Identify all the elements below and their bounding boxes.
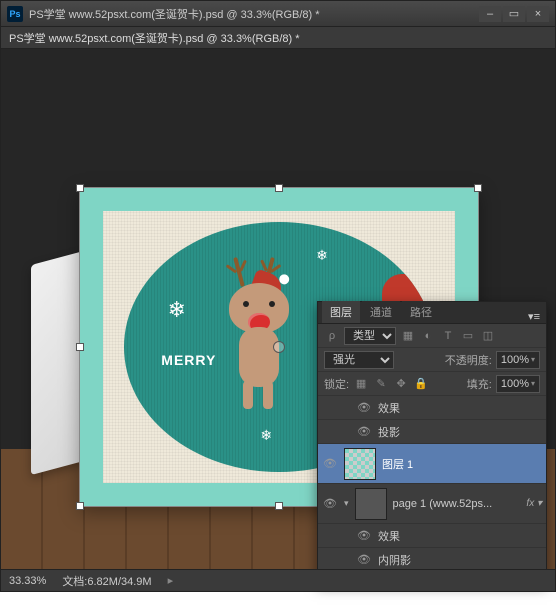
- opacity-input[interactable]: 100%▾: [496, 351, 540, 369]
- fill-label: 填充:: [467, 376, 492, 392]
- layers-panel: 图层 通道 路径 ▾≡ ρ 类型 ▦ ◐ T ▭ ◫ 强光 不透明度: 100%…: [317, 301, 547, 583]
- filter-kind-select[interactable]: 类型: [344, 327, 396, 345]
- fill-input[interactable]: 100%▾: [496, 375, 540, 393]
- opacity-label: 不透明度:: [445, 352, 492, 368]
- layer-drop-shadow-row[interactable]: 👁 投影: [318, 420, 546, 444]
- blend-row: 强光 不透明度: 100%▾: [318, 348, 546, 372]
- layer-row-page1[interactable]: 👁 ▾ page 1 (www.52ps... fx ▾: [318, 484, 546, 524]
- visibility-toggle-icon[interactable]: 👁: [322, 496, 338, 512]
- layer-thumbnail[interactable]: [355, 488, 387, 520]
- close-button[interactable]: ×: [527, 6, 549, 22]
- transform-handle[interactable]: [76, 184, 84, 192]
- transform-handle[interactable]: [76, 343, 84, 351]
- layer-effects-row[interactable]: 👁 效果: [318, 524, 546, 548]
- lock-all-icon[interactable]: 🔒: [413, 376, 429, 392]
- tab-paths[interactable]: 路径: [402, 301, 440, 323]
- titlebar: Ps PS学堂 www.52psxt.com(圣诞贺卡).psd @ 33.3%…: [1, 1, 555, 27]
- doc-size[interactable]: 文档:6.82M/34.9M: [62, 573, 151, 589]
- visibility-toggle-icon[interactable]: 👁: [322, 456, 338, 472]
- layer-row-layer1[interactable]: 👁 图层 1: [318, 444, 546, 484]
- filter-shape-icon[interactable]: ▭: [460, 328, 476, 344]
- app-icon: Ps: [7, 6, 23, 22]
- filter-smart-icon[interactable]: ◫: [480, 328, 496, 344]
- visibility-toggle-icon[interactable]: 👁: [356, 400, 372, 416]
- blend-mode-select[interactable]: 强光: [324, 351, 394, 369]
- filter-pixel-icon[interactable]: ▦: [400, 328, 416, 344]
- transform-center-icon[interactable]: [273, 341, 285, 353]
- transform-handle[interactable]: [275, 502, 283, 510]
- filter-row: ρ 类型 ▦ ◐ T ▭ ◫: [318, 324, 546, 348]
- photoshop-window: Ps PS学堂 www.52psxt.com(圣诞贺卡).psd @ 33.3%…: [0, 0, 556, 592]
- fx-badge-icon[interactable]: fx ▾: [526, 498, 542, 509]
- expand-arrow-icon[interactable]: ▾: [344, 498, 349, 509]
- document-tab[interactable]: PS学堂 www.52psxt.com(圣诞贺卡).psd @ 33.3%(RG…: [9, 30, 300, 46]
- layer-name: 图层 1: [382, 456, 542, 472]
- lock-row: 锁定: ▦ ✎ ✥ 🔒 填充: 100%▾: [318, 372, 546, 396]
- visibility-toggle-icon[interactable]: 👁: [356, 528, 372, 544]
- layer-name: 效果: [378, 400, 542, 416]
- zoom-level[interactable]: 33.33%: [9, 575, 46, 587]
- layer-name: 效果: [378, 528, 542, 544]
- layer-effects-row[interactable]: 👁 效果: [318, 396, 546, 420]
- layer-thumbnail[interactable]: [344, 448, 376, 480]
- visibility-toggle-icon[interactable]: 👁: [356, 552, 372, 568]
- statusbar: 33.33% 文档:6.82M/34.9M ▸: [1, 569, 555, 591]
- layer-name: 内阴影: [378, 552, 542, 568]
- tab-channels[interactable]: 通道: [362, 301, 400, 323]
- lock-transparent-icon[interactable]: ▦: [353, 376, 369, 392]
- layer-name: page 1 (www.52ps...: [393, 498, 521, 510]
- transform-handle[interactable]: [474, 184, 482, 192]
- lock-pixels-icon[interactable]: ✎: [373, 376, 389, 392]
- statusbar-arrow-icon[interactable]: ▸: [168, 574, 174, 587]
- layer-list: 👁 效果 👁 投影 👁 图层 1 👁 ▾ page 1 (www.52ps...…: [318, 396, 546, 572]
- search-icon[interactable]: ρ: [324, 328, 340, 344]
- visibility-toggle-icon[interactable]: 👁: [356, 424, 372, 440]
- filter-adjust-icon[interactable]: ◐: [420, 328, 436, 344]
- lock-label: 锁定:: [324, 376, 349, 392]
- filter-type-icon[interactable]: T: [440, 328, 456, 344]
- panel-tabs: 图层 通道 路径 ▾≡: [318, 302, 546, 324]
- lock-position-icon[interactable]: ✥: [393, 376, 409, 392]
- maximize-button[interactable]: ▭: [503, 6, 525, 22]
- tab-layers[interactable]: 图层: [322, 301, 360, 323]
- minimize-button[interactable]: –: [479, 6, 501, 22]
- transform-handle[interactable]: [76, 502, 84, 510]
- layer-name: 投影: [378, 424, 542, 440]
- window-title: PS学堂 www.52psxt.com(圣诞贺卡).psd @ 33.3%(RG…: [29, 6, 479, 22]
- panel-menu-icon[interactable]: ▾≡: [522, 310, 546, 323]
- document-tab-bar: PS学堂 www.52psxt.com(圣诞贺卡).psd @ 33.3%(RG…: [1, 27, 555, 49]
- transform-handle[interactable]: [275, 184, 283, 192]
